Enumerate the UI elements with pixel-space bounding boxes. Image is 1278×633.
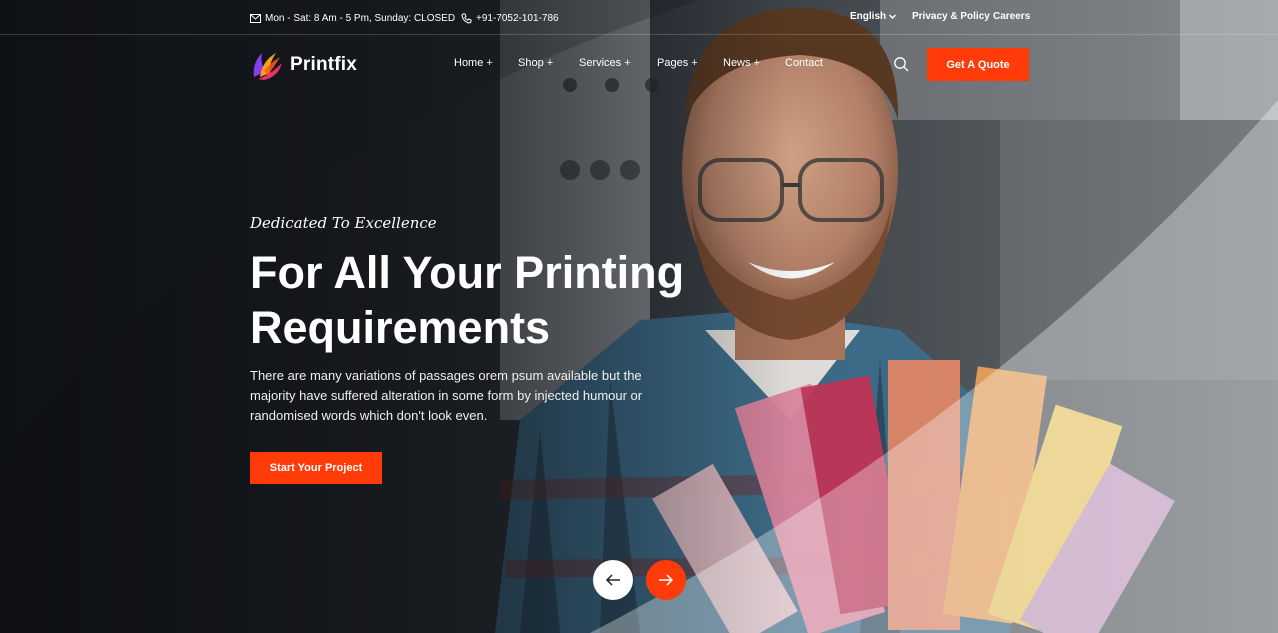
nav-news[interactable]: News + <box>723 57 760 69</box>
hero-tagline: Dedicated To Excellence <box>250 214 437 232</box>
printfix-logo-icon <box>253 53 282 80</box>
headline-line-2: Requirements <box>250 302 551 353</box>
nav-services[interactable]: Services + <box>579 57 631 69</box>
language-label: English <box>850 11 887 22</box>
phone-icon <box>461 13 472 24</box>
get-a-quote-button[interactable]: Get A Quote <box>927 48 1029 81</box>
careers-link[interactable]: Careers <box>993 11 1030 22</box>
hero-description: There are many variations of passages or… <box>250 368 643 423</box>
nav-contact[interactable]: Contact <box>785 57 823 69</box>
privacy-policy-link[interactable]: Privacy & Policy <box>912 11 990 22</box>
phone-number: +91-7052-101-786 <box>476 12 559 24</box>
top-bar: Mon - Sat: 8 Am - 5 Pm, Sunday: CLOSED +… <box>0 0 1278 35</box>
envelope-icon <box>250 13 261 23</box>
arrow-left-icon <box>605 574 620 586</box>
opening-hours: Mon - Sat: 8 Am - 5 Pm, Sunday: CLOSED <box>250 11 455 25</box>
chevron-down-icon <box>889 14 897 20</box>
brand-name: Printfix <box>290 54 358 75</box>
start-your-project-button[interactable]: Start Your Project <box>250 452 382 484</box>
phone-contact[interactable]: +91-7052-101-786 <box>461 11 559 25</box>
language-selector[interactable]: English <box>850 11 897 22</box>
nav-pages[interactable]: Pages + <box>657 57 698 69</box>
arrow-right-icon <box>659 574 674 586</box>
slider-prev-button[interactable] <box>593 560 633 600</box>
slider-next-button[interactable] <box>646 560 686 600</box>
brand-logo[interactable]: Printfix <box>250 49 357 81</box>
hero-headline: For All Your Printing Requirements <box>250 245 770 355</box>
opening-hours-text: Mon - Sat: 8 Am - 5 Pm, Sunday: CLOSED <box>265 12 456 24</box>
nav-shop[interactable]: Shop + <box>518 57 553 69</box>
headline-line-1: For All Your Printing <box>250 247 685 298</box>
search-icon[interactable] <box>893 56 909 72</box>
nav-home[interactable]: Home + <box>454 57 493 69</box>
